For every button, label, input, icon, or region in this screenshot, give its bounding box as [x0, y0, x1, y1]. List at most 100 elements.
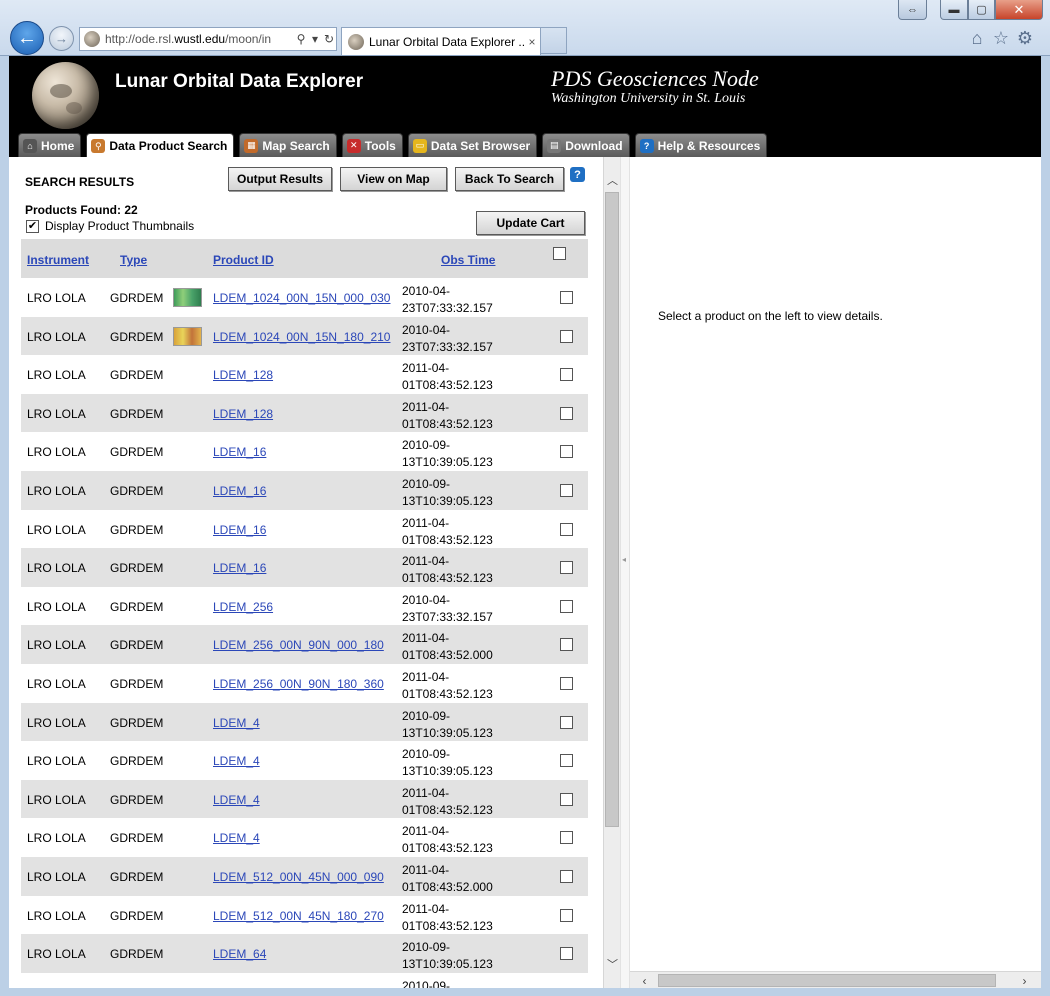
- back-to-search-button[interactable]: Back To Search: [455, 167, 564, 191]
- scrollbar-thumb[interactable]: [605, 192, 619, 827]
- splitter-grip-icon: ◂: [622, 555, 627, 564]
- cell-obs-time: 2010-04- 23T07:33:32.157: [402, 322, 493, 354]
- cell-instrument: LRO LOLA: [27, 869, 86, 884]
- display-thumbnails-option: ✔ Display Product Thumbnails: [26, 219, 194, 233]
- detail-horizontal-scrollbar[interactable]: ‹ ›: [630, 971, 1041, 988]
- row-select-checkbox[interactable]: [560, 676, 573, 690]
- star-icon[interactable]: ☆: [990, 27, 1012, 49]
- output-results-button[interactable]: Output Results: [228, 167, 332, 191]
- row-select-checkbox[interactable]: [560, 483, 573, 497]
- display-thumbnails-checkbox[interactable]: ✔: [26, 219, 39, 233]
- product-id-link[interactable]: LDEM_256: [213, 600, 273, 614]
- product-id-link[interactable]: LDEM_1024_00N_15N_180_210: [213, 330, 390, 344]
- tab-home[interactable]: ⌂ Home: [18, 133, 82, 157]
- product-id-link[interactable]: LDEM_4: [213, 793, 260, 807]
- row-select-checkbox[interactable]: [560, 947, 573, 961]
- row-select-checkbox[interactable]: [560, 561, 573, 575]
- product-id-link[interactable]: LDEM_4: [213, 831, 260, 845]
- product-id-link[interactable]: LDEM_1024_00N_15N_000_030: [213, 291, 390, 305]
- product-id-link[interactable]: LDEM_4: [213, 716, 260, 730]
- back-button[interactable]: ←: [10, 21, 44, 55]
- cell-obs-time: 2011-04- 01T08:43:52.123: [402, 554, 493, 586]
- product-id-link[interactable]: LDEM_256_00N_90N_180_360: [213, 677, 384, 691]
- tab-help-resources[interactable]: ? Help & Resources: [634, 133, 768, 157]
- product-id-link[interactable]: LDEM_512_00N_45N_000_090: [213, 870, 384, 884]
- address-bar[interactable]: http://ode.rsl.wustl.edu/moon/in ⚲ ▾ ↻: [79, 27, 337, 51]
- scroll-up-icon[interactable]: ︿: [604, 171, 621, 188]
- nav-tabs: ⌂ Home ⚲ Data Product Search ▦ Map Searc…: [18, 133, 772, 158]
- product-id-link[interactable]: LDEM_16: [213, 484, 266, 498]
- tab-download[interactable]: ▤ Download: [542, 133, 630, 157]
- results-vertical-scrollbar[interactable]: ︿ ﹀: [603, 157, 620, 988]
- site-title: Lunar Orbital Data Explorer: [115, 71, 364, 92]
- cell-obs-time: 2010-09- 13T10:39:05.123: [402, 438, 493, 470]
- cell-type: GDRDEM: [110, 754, 164, 769]
- product-thumbnail[interactable]: [173, 288, 202, 307]
- home-icon[interactable]: ⌂: [966, 27, 988, 49]
- row-select-checkbox[interactable]: [560, 522, 573, 536]
- close-window-button[interactable]: ✕: [995, 0, 1043, 20]
- row-select-checkbox[interactable]: [560, 291, 573, 304]
- products-found-count: Products Found: 22: [25, 203, 138, 217]
- product-id-link[interactable]: LDEM_4: [213, 754, 260, 768]
- row-select-checkbox[interactable]: [560, 445, 573, 459]
- row-select-checkbox[interactable]: [560, 715, 573, 729]
- view-on-map-button[interactable]: View on Map: [340, 167, 447, 191]
- table-row: LRO LOLA GDRDEM LDEM_256_00N_90N_180_360 20…: [21, 663, 588, 703]
- column-header-instrument[interactable]: Instrument: [27, 253, 89, 267]
- pane-splitter[interactable]: ◂: [620, 157, 630, 988]
- row-select-checkbox[interactable]: [560, 792, 573, 806]
- scroll-right-icon[interactable]: ›: [1016, 972, 1033, 988]
- tab-data-product-search[interactable]: ⚲ Data Product Search: [86, 133, 235, 158]
- product-id-link[interactable]: LDEM_16: [213, 445, 266, 459]
- maximize-button[interactable]: ▢: [968, 0, 995, 20]
- product-id-link[interactable]: LDEM_16: [213, 561, 266, 575]
- help-icon[interactable]: ?: [570, 167, 585, 182]
- cell-instrument: LRO LOLA: [27, 754, 86, 769]
- select-all-checkbox[interactable]: [553, 247, 566, 260]
- column-header-type[interactable]: Type: [120, 253, 147, 267]
- compat-view-button[interactable]: ⇔: [898, 0, 927, 20]
- product-id-link[interactable]: LDEM_128: [213, 368, 273, 382]
- chevron-down-icon[interactable]: ▾: [308, 32, 322, 46]
- row-select-checkbox[interactable]: [560, 329, 573, 343]
- column-header-product-id[interactable]: Product ID: [213, 253, 274, 267]
- new-tab-button[interactable]: [541, 27, 567, 54]
- row-select-checkbox[interactable]: [560, 754, 573, 768]
- row-select-checkbox[interactable]: [560, 599, 573, 613]
- update-cart-button[interactable]: Update Cart: [476, 211, 585, 235]
- column-header-obs-time[interactable]: Obs Time: [441, 253, 495, 267]
- horizontal-scrollbar-thumb[interactable]: [658, 974, 996, 987]
- product-id-link[interactable]: LDEM_256_00N_90N_000_180: [213, 638, 384, 652]
- tab-map-search[interactable]: ▦ Map Search: [239, 133, 337, 157]
- product-id-link[interactable]: LDEM_512_00N_45N_180_270: [213, 909, 384, 923]
- tab-data-set-browser[interactable]: ▭ Data Set Browser: [407, 133, 538, 157]
- scroll-left-icon[interactable]: ‹: [636, 972, 653, 988]
- search-icon[interactable]: ⚲: [294, 32, 308, 46]
- tools-icon: ✕: [346, 138, 361, 153]
- forward-button[interactable]: →: [49, 26, 74, 51]
- tab-close-icon[interactable]: ×: [524, 35, 540, 49]
- product-id-link[interactable]: LDEM_64: [213, 947, 266, 961]
- url-text[interactable]: http://ode.rsl.wustl.edu/moon/in: [105, 32, 294, 46]
- row-select-checkbox[interactable]: [560, 638, 573, 652]
- row-select-checkbox[interactable]: [560, 368, 573, 382]
- row-select-checkbox[interactable]: [560, 406, 573, 420]
- cell-obs-time: 2010-04- 23T07:33:32.157: [402, 284, 493, 315]
- refresh-icon[interactable]: ↻: [322, 32, 336, 46]
- minimize-button[interactable]: ▬: [940, 0, 968, 20]
- row-select-checkbox[interactable]: [560, 869, 573, 883]
- product-thumbnail[interactable]: [173, 326, 202, 346]
- browser-tab[interactable]: Lunar Orbital Data Explorer ... ×: [341, 27, 541, 55]
- product-id-link[interactable]: LDEM_16: [213, 523, 266, 537]
- scroll-down-icon[interactable]: ﹀: [604, 955, 621, 972]
- table-row: LRO LOLA GDRDEM LDEM_16 2010-09- 13T10:39:05…: [21, 470, 588, 510]
- table-row: LRO LOLA GDRDEM LDEM_64 2010-09- 13T10:39:05…: [21, 934, 588, 973]
- row-select-checkbox[interactable]: [560, 908, 573, 922]
- gear-icon[interactable]: ⚙: [1014, 27, 1036, 49]
- table-row: LRO LOLA GDRDEM LDEM_512_00N_45N_180_270 20…: [21, 895, 588, 935]
- row-select-checkbox[interactable]: [560, 831, 573, 845]
- product-id-link[interactable]: LDEM_128: [213, 407, 273, 421]
- tab-tools[interactable]: ✕ Tools: [341, 133, 403, 157]
- cell-obs-time: 2010-04- 23T07:33:32.157: [402, 592, 493, 624]
